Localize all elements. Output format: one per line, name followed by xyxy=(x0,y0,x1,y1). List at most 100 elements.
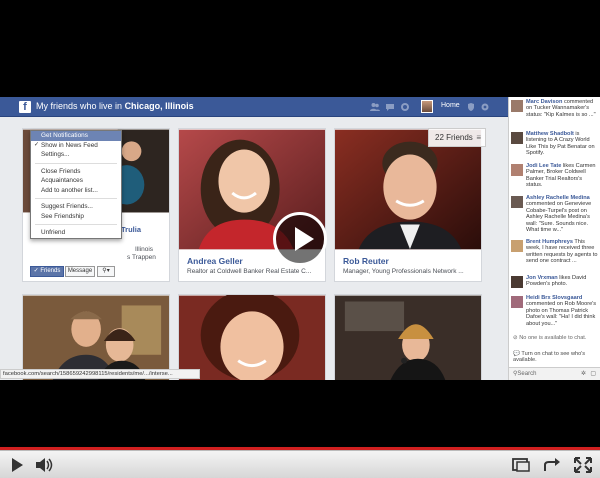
menu-item-show-in-news-feed[interactable]: ✓ Show in News Feed xyxy=(31,141,121,151)
avatar[interactable] xyxy=(511,132,523,144)
chat-offline-text: No one is available to chat. xyxy=(519,335,587,341)
menu-item-close-friends[interactable]: Close Friends xyxy=(31,167,121,177)
menu-item-acquaintances[interactable]: Acquaintances xyxy=(31,176,121,186)
friend-info-line: s Trappen xyxy=(127,254,156,261)
fullscreen-icon[interactable] xyxy=(572,455,594,475)
ticker-item[interactable]: Marc Davison commented on Tucker Wannama… xyxy=(511,99,599,131)
friends-button[interactable]: ✓ Friends xyxy=(30,266,64,277)
friend-photo[interactable] xyxy=(335,129,481,250)
ticker-sidebar: Marc Davison commented on Tucker Wannama… xyxy=(508,97,600,380)
menu-item-settings[interactable]: Settings... xyxy=(31,150,121,160)
video-player: f My friends who live in Chicago, Illino… xyxy=(0,0,600,478)
ticker-activity: commented on Rob Moore's photo on Thomas… xyxy=(526,301,597,327)
user-avatar[interactable] xyxy=(421,100,433,113)
chat-search-bar[interactable]: ⚲Search ✲ ▢ xyxy=(509,367,600,380)
window-mode-icon[interactable] xyxy=(510,455,532,475)
friend-subtitle: Manager, Young Professionals Network ... xyxy=(343,268,464,275)
ticker-name[interactable]: Matthew Shadbolt xyxy=(526,131,574,137)
friend-name[interactable]: Rob Reuter xyxy=(343,256,389,266)
ticker-name[interactable]: Marc Davison xyxy=(526,99,562,105)
check-icon: ✓ xyxy=(34,141,40,148)
ticker-text: Jodi Lee Tate likes Carmen Palmer, Broke… xyxy=(526,163,599,194)
privacy-shortcuts-icon[interactable] xyxy=(466,102,476,112)
ticker-item[interactable]: Heidi Brx Slovsgaard commented on Rob Mo… xyxy=(511,295,599,329)
menu-divider xyxy=(35,224,117,225)
friends-button-label: Friends xyxy=(40,268,61,274)
ticker-text: Jon Vrxman likes David Powden's photo. xyxy=(526,275,599,292)
ticker-item[interactable]: Brent Humphreys This week, I have receiv… xyxy=(511,239,599,273)
ticker-item[interactable]: Ashley Rachelle Medina commented on Gene… xyxy=(511,195,599,237)
friend-card[interactable] xyxy=(178,294,326,380)
menu-item-add-to-list[interactable]: Add to another list... xyxy=(31,186,121,196)
friend-name[interactable]: Andrea Geller xyxy=(187,256,243,266)
friend-card[interactable] xyxy=(334,294,482,380)
friends-grid: Trulia Illinois s Trappen ✓ Friends Mess… xyxy=(0,118,508,380)
ticker-item[interactable]: Matthew Shadbolt is listening to A Crazy… xyxy=(511,131,599,163)
page-title: My friends who live in Chicago, Illinois xyxy=(36,101,194,111)
message-button[interactable]: Message xyxy=(65,266,95,277)
friend-info-line: Illinois xyxy=(135,246,154,253)
ticker-item[interactable]: Jodi Lee Tate likes Carmen Palmer, Broke… xyxy=(511,163,599,195)
ticker-text: Heidi Brx Slovsgaard commented on Rob Mo… xyxy=(526,295,599,328)
menu-item-get-notifications[interactable]: Get Notifications xyxy=(31,131,121,141)
notifications-icon[interactable] xyxy=(400,102,410,112)
menu-item-see-friendship[interactable]: See Friendship xyxy=(31,212,121,222)
menu-icon: ≡ xyxy=(476,133,481,142)
turn-on-chat-text: Turn on chat to see who's available. xyxy=(513,351,586,364)
check-icon: ✓ xyxy=(33,268,39,274)
ticker-name[interactable]: Jon Vrxman xyxy=(526,275,558,281)
ticker-text: Ashley Rachelle Medina commented on Gene… xyxy=(526,195,599,236)
friend-card[interactable] xyxy=(22,294,170,380)
ticker-text: Brent Humphreys This week, I have receiv… xyxy=(526,239,599,272)
status-bar-url: facebook.com/search/158659242998115/resi… xyxy=(0,369,200,379)
avatar[interactable] xyxy=(511,196,523,208)
avatar[interactable] xyxy=(511,100,523,112)
home-link[interactable]: Home xyxy=(441,102,460,109)
video-frame[interactable]: f My friends who live in Chicago, Illino… xyxy=(0,97,600,380)
gear-icon[interactable] xyxy=(480,102,490,112)
avatar[interactable] xyxy=(511,164,523,176)
turn-on-chat-link[interactable]: 💬 Turn on chat to see who's available. xyxy=(513,351,598,364)
gear-icon[interactable]: ✲ xyxy=(581,368,586,380)
player-controls xyxy=(0,450,600,478)
ticker-text: Marc Davison commented on Tucker Wannama… xyxy=(526,99,599,130)
ticker-name[interactable]: Heidi Brx Slovsgaard xyxy=(526,295,582,301)
facebook-logo[interactable]: f xyxy=(19,101,31,113)
friend-photo[interactable] xyxy=(23,295,169,380)
share-icon[interactable] xyxy=(541,455,563,475)
chat-offline-notice: ⊘ No one is available to chat. xyxy=(513,335,598,341)
friends-count-badge[interactable]: 22 Friends ≡ xyxy=(428,128,486,147)
ticker-activity: commented on Genevieve Cobabe-Turpel's p… xyxy=(526,201,592,234)
avatar[interactable] xyxy=(511,276,523,288)
friend-subtitle: Realtor at Coldwell Banker Real Estate C… xyxy=(187,268,312,275)
title-prefix: My friends who live in xyxy=(36,101,123,111)
ticker-text: Matthew Shadbolt is listening to A Crazy… xyxy=(526,131,599,162)
friends-dropdown-menu: Get Notifications ✓ Show in News Feed Set… xyxy=(30,130,122,239)
chevron-down-icon: ▾ xyxy=(106,268,110,274)
play-icon xyxy=(295,227,314,251)
popout-icon[interactable]: ▢ xyxy=(590,368,596,380)
more-options-button[interactable]: ⚲▾ xyxy=(97,266,115,277)
ticker-name[interactable]: Brent Humphreys xyxy=(526,239,573,245)
ticker-name[interactable]: Ashley Rachelle Medina xyxy=(526,195,590,201)
messages-icon[interactable] xyxy=(385,102,395,112)
play-button[interactable] xyxy=(273,212,327,266)
menu-item-label: Show in News Feed xyxy=(41,141,98,149)
menu-item-suggest-friends[interactable]: Suggest Friends... xyxy=(31,202,121,212)
friend-card[interactable]: Rob Reuter Manager, Young Professionals … xyxy=(334,128,482,282)
menu-divider xyxy=(35,198,117,199)
title-place[interactable]: Chicago, Illinois xyxy=(125,101,194,111)
chat-search-input[interactable]: Search xyxy=(517,371,536,377)
avatar[interactable] xyxy=(511,240,523,252)
ticker-item[interactable]: Jon Vrxman likes David Powden's photo. xyxy=(511,275,599,293)
ticker-name[interactable]: Jodi Lee Tate xyxy=(526,163,561,169)
menu-item-unfriend[interactable]: Unfriend xyxy=(31,228,121,238)
avatar[interactable] xyxy=(511,296,523,308)
friend-photo[interactable] xyxy=(335,295,481,380)
friend-requests-icon[interactable] xyxy=(370,102,380,112)
friend-photo[interactable] xyxy=(179,295,325,380)
volume-icon[interactable] xyxy=(33,455,55,475)
friend-name-partial[interactable]: Trulia xyxy=(121,225,169,234)
play-icon[interactable] xyxy=(6,455,28,475)
menu-divider xyxy=(35,162,117,164)
